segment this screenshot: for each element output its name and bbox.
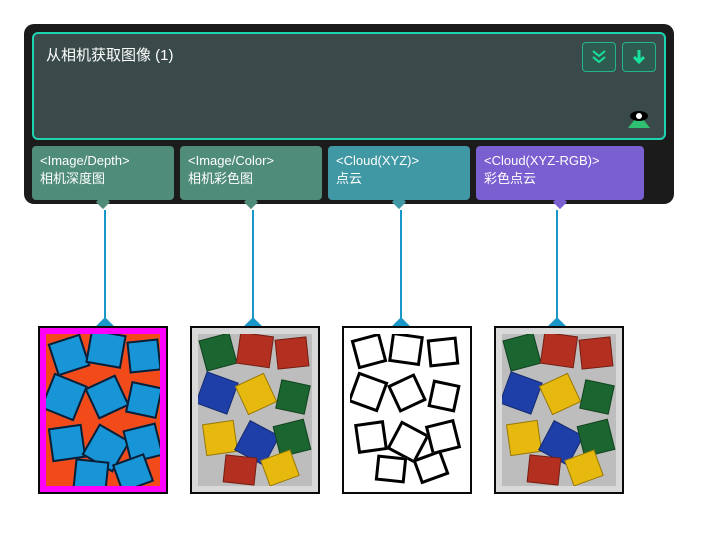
thumbnail-content <box>502 334 616 486</box>
thumbnail-cloud <box>342 326 472 494</box>
port-type: <Cloud(XYZ-RGB)> <box>484 152 636 170</box>
node-title: 从相机获取图像 (1) <box>46 44 652 65</box>
connector-color <box>252 210 254 332</box>
double-chevron-down-icon <box>590 48 608 66</box>
expand-all-button[interactable] <box>582 42 616 72</box>
output-port-cloud[interactable]: <Cloud(XYZ)> 点云 <box>328 146 470 200</box>
port-type: <Cloud(XYZ)> <box>336 152 462 170</box>
thumbnail-content <box>350 334 464 486</box>
thumbnail-content <box>46 334 160 486</box>
ports-row: <Image/Depth> 相机深度图 <Image/Color> 相机彩色图 … <box>32 146 666 200</box>
thumbnail-depth <box>38 326 168 494</box>
port-type: <Image/Depth> <box>40 152 166 170</box>
port-label: 相机彩色图 <box>188 170 314 188</box>
visibility-icon[interactable] <box>624 108 654 132</box>
connector-cloud-rgb <box>556 210 558 332</box>
port-label: 相机深度图 <box>40 170 166 188</box>
node-card: 从相机获取图像 (1) < <box>24 24 674 204</box>
output-port-depth[interactable]: <Image/Depth> 相机深度图 <box>32 146 174 200</box>
port-label: 彩色点云 <box>484 170 636 188</box>
thumbnail-content <box>198 334 312 486</box>
output-port-cloud-rgb[interactable]: <Cloud(XYZ-RGB)> 彩色点云 <box>476 146 644 200</box>
output-port-color[interactable]: <Image/Color> 相机彩色图 <box>180 146 322 200</box>
thumbnails-row <box>38 326 624 494</box>
thumbnail-color <box>190 326 320 494</box>
node-header[interactable]: 从相机获取图像 (1) <box>32 32 666 140</box>
thumbnail-cloud-rgb <box>494 326 624 494</box>
connector-depth <box>104 210 106 332</box>
port-type: <Image/Color> <box>188 152 314 170</box>
port-label: 点云 <box>336 170 462 188</box>
header-buttons <box>582 42 656 72</box>
download-button[interactable] <box>622 42 656 72</box>
arrow-down-icon <box>630 48 648 66</box>
connector-cloud <box>400 210 402 332</box>
